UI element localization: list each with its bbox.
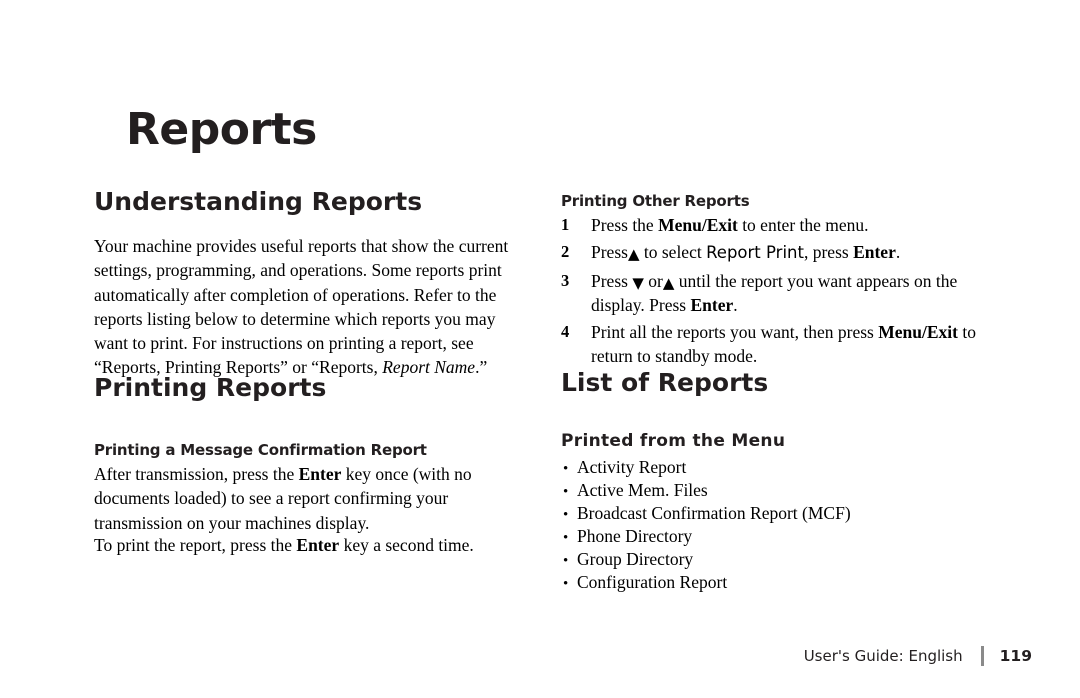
text-fragment: , press bbox=[803, 242, 854, 263]
step-number: 2 bbox=[561, 242, 570, 262]
heading-understanding-reports: Understanding Reports bbox=[94, 187, 423, 216]
list-item-label: Active Mem. Files bbox=[577, 480, 708, 500]
key-enter: Enter bbox=[690, 294, 734, 315]
bullet-icon: • bbox=[563, 530, 569, 546]
text-fragment: . bbox=[895, 242, 901, 263]
text-fragment: Press bbox=[591, 270, 633, 291]
text-fragment: or bbox=[643, 270, 663, 291]
text-fragment: Press the bbox=[591, 215, 659, 235]
list-item-label: Configuration Report bbox=[577, 572, 728, 592]
display-text-report-print: Report Print bbox=[706, 243, 804, 263]
key-enter: Enter bbox=[296, 535, 340, 555]
arrow-up-icon: ▲ bbox=[662, 273, 675, 292]
key-menu-exit: Menu/Exit bbox=[658, 215, 738, 235]
page-number: 119 bbox=[999, 647, 1032, 665]
text-fragment: documents loaded) to see a report confir… bbox=[94, 488, 449, 509]
arrow-down-icon: ▼ bbox=[632, 273, 644, 292]
para-line: settings, programming, and operations. S… bbox=[94, 260, 502, 281]
step-number: 4 bbox=[561, 322, 570, 342]
step-item: 3 Press ▼ or▲ until the report you want … bbox=[561, 269, 993, 318]
step-item: 1 Press the Menu/Exit to enter the menu. bbox=[561, 213, 993, 237]
text-fragment: transmission on your machines display. bbox=[94, 512, 370, 533]
text-fragment: . bbox=[733, 294, 738, 315]
bullet-icon: • bbox=[563, 507, 569, 523]
text-fragment: key once (with no bbox=[341, 464, 472, 484]
text-fragment: Press bbox=[591, 242, 628, 263]
key-enter: Enter bbox=[298, 464, 342, 484]
paragraph-understanding-reports: Your machine provides useful reports tha… bbox=[94, 234, 534, 380]
paragraph-message-confirmation: After transmission, press the Enter key … bbox=[94, 462, 544, 535]
heading-printing-reports: Printing Reports bbox=[94, 373, 327, 402]
subheading-printing-message-confirmation: Printing a Message Confirmation Report bbox=[94, 441, 427, 459]
para-line: want to print. For instructions on print… bbox=[94, 333, 474, 354]
bullet-icon: • bbox=[563, 576, 569, 592]
bullet-icon: • bbox=[563, 553, 569, 569]
list-item-label: Broadcast Confirmation Report (MCF) bbox=[577, 503, 851, 523]
step-text: Press ▼ or▲ until the report you want ap… bbox=[591, 269, 993, 318]
list-item: • Phone Directory bbox=[563, 526, 983, 549]
list-item: • Activity Report bbox=[563, 457, 983, 480]
key-enter: Enter bbox=[853, 242, 896, 263]
list-item-label: Group Directory bbox=[577, 549, 694, 569]
subheading-printing-other-reports: Printing Other Reports bbox=[561, 192, 750, 210]
list-item: • Group Directory bbox=[563, 549, 983, 572]
para-line: reports listing below to determine which… bbox=[94, 308, 496, 329]
list-item: • Configuration Report bbox=[563, 572, 983, 595]
key-menu-exit: Menu/Exit bbox=[878, 322, 958, 343]
step-number: 1 bbox=[561, 215, 570, 234]
footer-divider bbox=[980, 646, 984, 666]
page-footer: User's Guide: English 119 bbox=[0, 644, 1080, 668]
step-item: 4 Print all the reports you want, then p… bbox=[561, 320, 993, 369]
text-fragment: To print the report, press the bbox=[94, 535, 297, 555]
text-fragment: key a second time. bbox=[339, 535, 474, 555]
document-page: Reports Understanding Reports Your machi… bbox=[0, 0, 1080, 698]
text-fragment: to enter the menu. bbox=[737, 215, 869, 235]
para-line: automatically after completion of operat… bbox=[94, 284, 497, 305]
list-of-reports: • Activity Report • Active Mem. Files • … bbox=[563, 457, 983, 595]
report-name-italic: Report Name bbox=[382, 357, 476, 378]
para-line-post: .” bbox=[475, 357, 488, 378]
list-item-label: Phone Directory bbox=[577, 526, 693, 546]
list-item: • Active Mem. Files bbox=[563, 480, 983, 503]
para-line: Your machine provides useful reports tha… bbox=[94, 236, 509, 256]
page-title: Reports bbox=[126, 104, 317, 155]
step-text: Press the Menu/Exit to enter the menu. bbox=[591, 213, 993, 237]
bullet-icon: • bbox=[563, 484, 569, 500]
footer-guide-label: User's Guide: English bbox=[803, 647, 963, 665]
text-fragment: Print all the reports you want, then pre… bbox=[591, 322, 879, 343]
text-fragment: to select bbox=[639, 242, 707, 263]
arrow-up-icon: ▲ bbox=[627, 245, 640, 264]
list-item-label: Activity Report bbox=[577, 457, 687, 477]
step-item: 2 Press▲ to select Report Print, press E… bbox=[561, 240, 993, 265]
step-number: 3 bbox=[561, 270, 570, 290]
list-item: • Broadcast Confirmation Report (MCF) bbox=[563, 503, 983, 526]
subheading-printed-from-the-menu: Printed from the Menu bbox=[561, 431, 786, 451]
bullet-icon: • bbox=[563, 461, 569, 477]
paragraph-print-report-second-time: To print the report, press the Enter key… bbox=[94, 533, 544, 557]
step-text: Press▲ to select Report Print, press Ent… bbox=[591, 240, 993, 265]
heading-list-of-reports: List of Reports bbox=[561, 368, 769, 397]
step-text: Print all the reports you want, then pre… bbox=[591, 320, 993, 369]
text-fragment: After transmission, press the bbox=[94, 464, 299, 484]
steps-printing-other-reports: 1 Press the Menu/Exit to enter the menu.… bbox=[561, 213, 993, 372]
